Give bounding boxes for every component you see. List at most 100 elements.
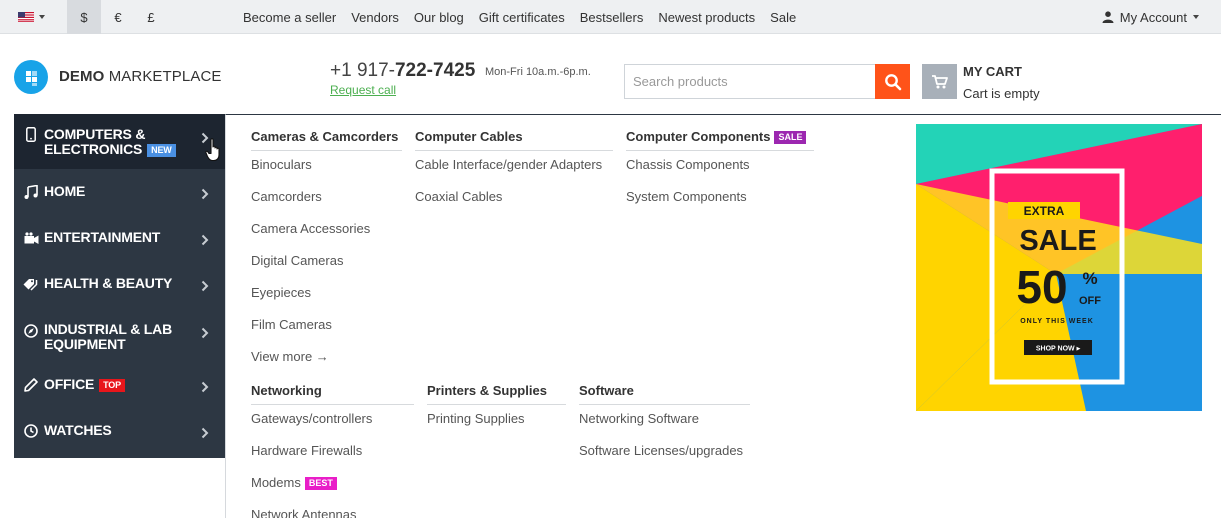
cart-title[interactable]: MY CART [963,64,1022,79]
menu-heading-cameras[interactable]: Cameras & Camcorders [251,129,402,151]
sidebar-item-label: OFFICE TOP [44,377,125,392]
menu-link-gateways[interactable]: Gateways/controllers [251,411,372,426]
sidebar-item-label: ENTERTAINMENT [44,229,161,245]
tags-icon [23,276,39,292]
promo-banner[interactable]: EXTRA SALE 50 % OFF ONLY THIS WEEK SHOP … [916,124,1202,411]
cart-button[interactable] [922,64,957,99]
menu-heading-components[interactable]: Computer Components SALE [626,129,814,151]
pencil-icon [23,377,39,393]
menu-heading-printers[interactable]: Printers & Supplies [427,383,566,405]
currency-usd[interactable]: $ [67,0,101,34]
menu-link-digital-cameras[interactable]: Digital Cameras [251,253,343,268]
menu-heading-software[interactable]: Software [579,383,750,405]
phone-number: +1 917-722-7425 [330,60,475,82]
top-links: Become a seller Vendors Our blog Gift ce… [243,0,796,34]
currency-label: $ [80,9,88,25]
account-label: My Account [1119,9,1187,25]
chevron-down-icon [1193,15,1199,19]
menu-link-network-antennas[interactable]: Network Antennas [251,507,357,518]
sidebar-item-health-beauty[interactable]: HEALTH & BEAUTY [14,261,225,307]
link-bestsellers[interactable]: Bestsellers [580,10,644,25]
sidebar-item-label: HEALTH & BEAUTY [44,275,173,291]
logo-bold: DEMO [59,68,105,85]
sale-badge: SALE [774,131,807,144]
request-call-link[interactable]: Request call [330,83,396,97]
link-label: Modems [251,475,301,490]
cart-status: Cart is empty [963,86,1040,101]
currency-label: € [114,9,122,25]
menu-link-camera-accessories[interactable]: Camera Accessories [251,221,370,236]
svg-text:SALE: SALE [1019,225,1096,257]
svg-text:EXTRA: EXTRA [1024,204,1065,218]
heading-label: Computer Components [626,129,771,144]
logo-text[interactable]: DEMO MARKETPLACE [59,68,221,85]
cart-icon [931,74,948,88]
sidebar-item-watches[interactable]: WATCHES [14,408,225,454]
us-flag-icon [18,12,34,22]
new-badge: NEW [147,144,176,157]
best-badge: BEST [304,477,337,490]
video-camera-icon [23,230,39,246]
view-more-link[interactable]: View more → [251,349,329,364]
svg-text:SHOP NOW ▸: SHOP NOW ▸ [1036,346,1081,353]
currency-gbp[interactable]: £ [134,0,168,34]
link-gift-certificates[interactable]: Gift certificates [479,10,565,25]
sidebar-item-computers-electronics[interactable]: COMPUTERS & ELECTRONICS NEW [14,114,225,169]
language-selector[interactable] [18,10,45,24]
link-become-seller[interactable]: Become a seller [243,10,336,25]
menu-link-eyepieces[interactable]: Eyepieces [251,285,311,300]
compass-icon [23,323,39,339]
sidebar-item-label: COMPUTERS & ELECTRONICS NEW [44,127,176,157]
link-vendors[interactable]: Vendors [351,10,399,25]
menu-link-modems[interactable]: Modems BEST [251,475,337,490]
search-icon [884,73,901,90]
menu-link-binoculars[interactable]: Binoculars [251,157,312,172]
search-input[interactable] [625,65,875,98]
menu-link-software-licenses[interactable]: Software Licenses/upgrades [579,443,743,458]
currency-label: £ [147,9,155,25]
music-note-icon [23,184,39,200]
svg-text:ONLY THIS WEEK: ONLY THIS WEEK [1020,318,1094,325]
clock-icon [23,423,39,439]
search-field[interactable] [624,64,876,99]
menu-link-printing-supplies[interactable]: Printing Supplies [427,411,525,426]
menu-link-hardware-firewalls[interactable]: Hardware Firewalls [251,443,362,458]
top-bar: $ € £ Become a seller Vendors Our blog G… [0,0,1221,34]
sale-banner-graphic: EXTRA SALE 50 % OFF ONLY THIS WEEK SHOP … [916,124,1202,411]
search-button[interactable] [875,64,910,99]
link-sale[interactable]: Sale [770,10,796,25]
chevron-right-icon [201,280,209,292]
hand-cursor-icon [205,138,220,162]
currency-eur[interactable]: € [101,0,135,34]
chevron-right-icon [201,427,209,439]
my-account-button[interactable]: My Account [1102,0,1199,34]
sidebar-item-label: INDUSTRIAL & LAB EQUIPMENT [44,321,172,352]
phone-hours: Mon-Fri 10a.m.-6p.m. [485,66,591,78]
chevron-right-icon [201,381,209,393]
phone-prefix: +1 917- [330,60,395,81]
logo-light: MARKETPLACE [108,68,222,85]
phone-main: 722-7425 [394,60,476,81]
menu-link-camcorders[interactable]: Camcorders [251,189,322,204]
chevron-right-icon [201,188,209,200]
menu-link-networking-software[interactable]: Networking Software [579,411,699,426]
phone-icon [23,126,39,142]
menu-link-system-components[interactable]: System Components [626,189,747,204]
menu-heading-networking[interactable]: Networking [251,383,414,405]
sidebar-item-home[interactable]: HOME [14,169,225,215]
menu-link-cable-adapters[interactable]: Cable Interface/gender Adapters [415,157,602,172]
menu-heading-cables[interactable]: Computer Cables [415,129,613,151]
link-blog[interactable]: Our blog [414,10,464,25]
category-sidebar: COMPUTERS & ELECTRONICS NEW HOME ENTERTAI… [14,114,225,458]
menu-link-chassis-components[interactable]: Chassis Components [626,157,750,172]
chevron-right-icon [201,327,209,339]
logo-icon[interactable] [14,60,48,94]
sidebar-item-office[interactable]: OFFICE TOP [14,362,225,408]
svg-text:OFF: OFF [1079,295,1101,307]
menu-link-film-cameras[interactable]: Film Cameras [251,317,332,332]
sidebar-item-label: HOME [44,183,86,199]
link-newest-products[interactable]: Newest products [658,10,755,25]
menu-link-coaxial-cables[interactable]: Coaxial Cables [415,189,502,204]
sidebar-item-entertainment[interactable]: ENTERTAINMENT [14,215,225,261]
sidebar-item-industrial-lab[interactable]: INDUSTRIAL & LAB EQUIPMENT [14,307,225,362]
